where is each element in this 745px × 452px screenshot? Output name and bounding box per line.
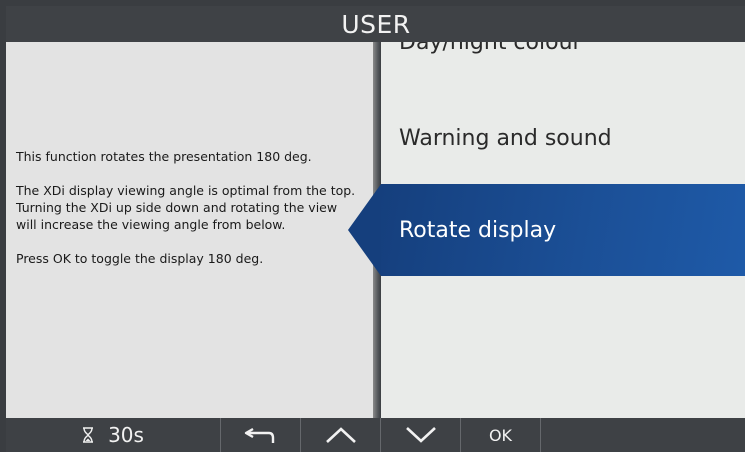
- ok-button-label: OK: [488, 425, 513, 445]
- menu-item-rotate-display[interactable]: Rotate display: [381, 184, 745, 276]
- menu-list[interactable]: Day/night colour Warning and sound Rotat…: [381, 42, 745, 418]
- chevron-up-icon: [325, 427, 356, 443]
- up-button[interactable]: [301, 418, 381, 452]
- device-screen: USER This function rotates the presentat…: [0, 0, 745, 452]
- menu-item-label: Rotate display: [399, 217, 557, 243]
- menu-item-day-night-colour[interactable]: Day/night colour: [381, 42, 745, 88]
- menu-item-label: Warning and sound: [399, 125, 612, 151]
- page-title: USER: [341, 9, 411, 39]
- info-text: This function rotates the presentation 1…: [16, 148, 361, 284]
- menu-item-warning-and-sound[interactable]: Warning and sound: [381, 92, 745, 184]
- down-button[interactable]: [381, 418, 461, 452]
- back-arrow-icon: [244, 427, 274, 443]
- menu-item-label: Day/night colour: [399, 42, 582, 55]
- ok-button[interactable]: OK: [461, 418, 541, 452]
- timeout-indicator: 30s: [6, 418, 221, 452]
- hourglass-icon: [83, 427, 94, 443]
- info-panel: This function rotates the presentation 1…: [6, 42, 376, 418]
- back-button[interactable]: [221, 418, 301, 452]
- button-bar: 30s OK: [6, 418, 745, 452]
- selection-pointer: [348, 184, 381, 276]
- info-paragraph-1: This function rotates the presentation 1…: [16, 149, 312, 164]
- timer-value: 30s: [108, 423, 144, 447]
- info-paragraph-3: Press OK to toggle the display 180 deg.: [16, 251, 264, 266]
- info-paragraph-2: The XDi display viewing angle is optimal…: [16, 183, 356, 232]
- chevron-down-icon: [405, 427, 436, 443]
- title-bar: USER: [6, 6, 745, 42]
